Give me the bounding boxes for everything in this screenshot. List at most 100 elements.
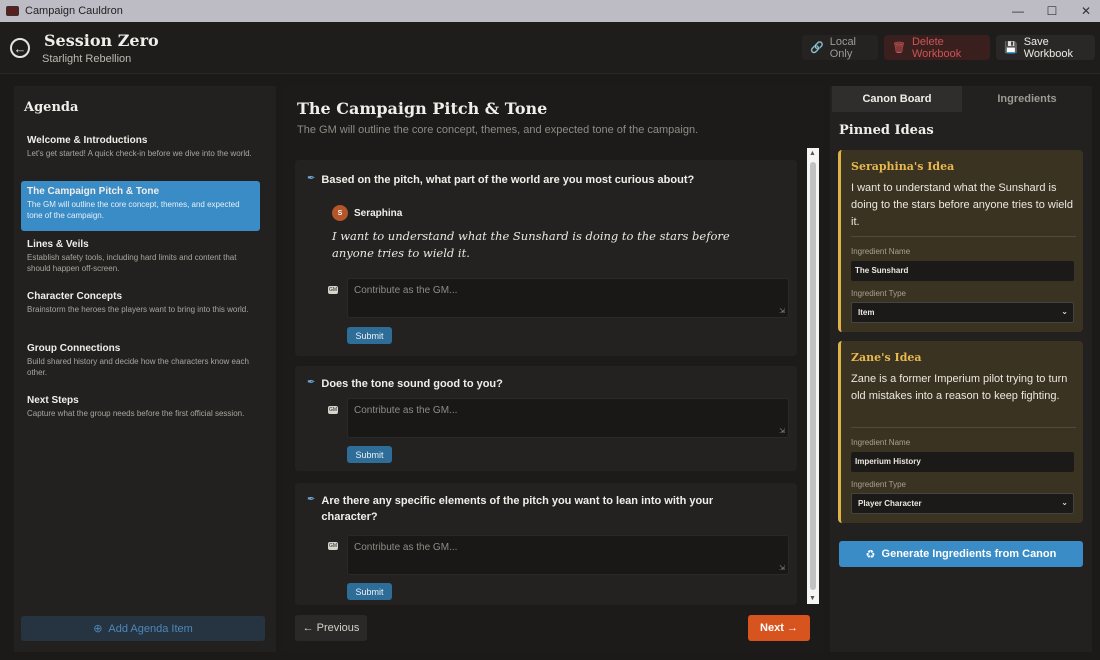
scroll-up-icon[interactable]: ▲ [809, 150, 816, 157]
chevron-down-icon: ⌄ [1061, 498, 1068, 507]
submit-button[interactable]: Submit [347, 583, 392, 600]
scrollbar[interactable]: ▲ ▼ [807, 148, 819, 604]
answer-text: I want to understand what the Sunshard i… [332, 229, 730, 260]
previous-button[interactable]: ← Previous [295, 615, 367, 641]
agenda-item-welcome[interactable]: Welcome & Introductions Let's get starte… [21, 130, 260, 180]
discussion-panel: The Campaign Pitch & Tone The GM will ou… [283, 86, 823, 652]
local-only-label: Local Only [829, 35, 856, 60]
link-icon: 🔗 [810, 42, 824, 54]
feather-icon: ✒ [307, 173, 316, 184]
plus-circle-icon: ⊕ [93, 623, 103, 635]
question-text: Are there any specific elements of the p… [321, 495, 714, 523]
gm-icon: GM [328, 542, 338, 550]
close-button[interactable]: ✕ [1068, 0, 1100, 22]
agenda-item-desc: Build shared history and decide how the … [27, 357, 249, 377]
question-header: ✒ Are there any specific elements of the… [307, 493, 741, 525]
agenda-item-title: Group Connections [27, 343, 121, 354]
ingredient-type-value: Player Character [858, 499, 922, 508]
question-header: ✒ Based on the pitch, what part of the w… [307, 172, 741, 188]
contribution-placeholder: Contribute as the GM... [354, 285, 458, 296]
agenda-item-title: Next Steps [27, 395, 79, 406]
idea-author: Zane's Idea [851, 351, 922, 364]
idea-text: I want to understand what the Sunshard i… [851, 182, 1073, 228]
agenda-item-title: The Campaign Pitch & Tone [27, 186, 160, 197]
next-button[interactable]: Next → [748, 615, 810, 641]
scroll-down-icon[interactable]: ▼ [809, 595, 816, 602]
ingredient-name-input[interactable]: The Sunshard [851, 261, 1074, 281]
ingredient-type-select[interactable]: Item ⌄ [851, 302, 1074, 323]
cauldron-icon: ♻ [865, 548, 876, 561]
divider [851, 236, 1076, 237]
save-workbook-button[interactable]: 💾 Save Workbook [996, 35, 1095, 60]
add-agenda-item-button[interactable]: ⊕ Add Agenda Item [21, 616, 265, 641]
agenda-item-pitch[interactable]: The Campaign Pitch & Tone The GM will ou… [21, 181, 260, 231]
agenda-item-desc: Let's get started! A quick check-in befo… [27, 149, 252, 158]
trash-icon: 🗑 [892, 42, 906, 54]
agenda-item-desc: Establish safety tools, including hard l… [27, 253, 237, 273]
question-text: Based on the pitch, what part of the wor… [321, 174, 695, 186]
add-agenda-item-label: Add Agenda Item [108, 622, 193, 635]
tab-canon-board[interactable]: Canon Board [832, 86, 962, 112]
window-titlebar: Campaign Cauldron — ☐ ✕ [0, 0, 1100, 22]
page-title: Session Zero [44, 31, 159, 50]
question-card: ✒ Are there any specific elements of the… [295, 483, 797, 605]
agenda-item-title: Welcome & Introductions [27, 135, 148, 146]
idea-card: Seraphina's Idea I want to understand wh… [838, 150, 1083, 332]
contribution-placeholder: Contribute as the GM... [354, 405, 458, 416]
ingredient-type-select[interactable]: Player Character ⌄ [851, 493, 1074, 514]
agenda-item-next-steps[interactable]: Next Steps Capture what the group needs … [21, 390, 260, 440]
feather-icon: ✒ [307, 494, 316, 505]
topic-title: The Campaign Pitch & Tone [297, 99, 548, 118]
ingredient-type-label: Ingredient Type [851, 480, 907, 489]
resize-grip-icon[interactable]: ⇲ [779, 307, 785, 315]
agenda-item-group-connections[interactable]: Group Connections Build shared history a… [21, 338, 260, 388]
submit-button[interactable]: Submit [347, 446, 392, 463]
delete-workbook-button[interactable]: 🗑 Delete Workbook [884, 35, 990, 60]
window-title: Campaign Cauldron [25, 5, 123, 17]
ingredient-name-label: Ingredient Name [851, 438, 911, 447]
tab-ingredients[interactable]: Ingredients [962, 86, 1092, 112]
ingredient-type-value: Item [858, 308, 875, 317]
ingredient-name-input[interactable]: Imperium History [851, 452, 1074, 472]
agenda-item-lines-veils[interactable]: Lines & Veils Establish safety tools, in… [21, 234, 260, 284]
idea-card: Zane's Idea Zane is a former Imperium pi… [838, 341, 1083, 523]
answer-author-name: Seraphina [354, 207, 403, 219]
app-icon [6, 6, 19, 16]
question-card: ✒ Based on the pitch, what part of the w… [295, 160, 797, 356]
back-arrow-icon[interactable]: ← [10, 38, 30, 58]
generate-ingredients-button[interactable]: ♻ Generate Ingredients from Canon [839, 541, 1083, 567]
feather-icon: ✒ [307, 377, 316, 388]
gm-icon: GM [328, 286, 338, 294]
scrollbar-thumb[interactable] [810, 162, 816, 590]
chevron-down-icon: ⌄ [1061, 307, 1068, 316]
agenda-item-title: Character Concepts [27, 291, 123, 302]
ingredient-type-label: Ingredient Type [851, 289, 907, 298]
minimize-button[interactable]: — [1000, 0, 1036, 22]
maximize-button[interactable]: ☐ [1034, 0, 1070, 22]
gm-icon: GM [328, 406, 338, 414]
idea-author: Seraphina's Idea [851, 160, 955, 173]
question-card: ✒ Does the tone sound good to you? GM Co… [295, 366, 797, 471]
resize-grip-icon[interactable]: ⇲ [779, 427, 785, 435]
submit-button[interactable]: Submit [347, 327, 392, 344]
canon-panel: Canon Board Ingredients Pinned Ideas Ser… [830, 86, 1092, 652]
agenda-item-character-concepts[interactable]: Character Concepts Brainstorm the heroes… [21, 286, 260, 336]
agenda-panel: Agenda Welcome & Introductions Let's get… [14, 86, 276, 652]
local-only-button[interactable]: 🔗 Local Only [802, 35, 878, 60]
pinned-ideas-heading: Pinned Ideas [839, 123, 934, 138]
gm-contribution-input[interactable]: Contribute as the GM... ⇲ [347, 278, 789, 318]
floppy-icon: 💾 [1004, 42, 1018, 54]
gm-contribution-input[interactable]: Contribute as the GM... ⇲ [347, 535, 789, 575]
avatar: S [332, 205, 348, 221]
delete-workbook-label: Delete Workbook [911, 35, 962, 60]
gm-contribution-input[interactable]: Contribute as the GM... ⇲ [347, 398, 789, 438]
question-header: ✒ Does the tone sound good to you? [307, 376, 741, 392]
contribution-placeholder: Contribute as the GM... [354, 542, 458, 553]
question-text: Does the tone sound good to you? [321, 378, 503, 390]
agenda-item-desc: The GM will outline the core concept, th… [27, 200, 240, 220]
save-workbook-label: Save Workbook [1023, 35, 1074, 60]
topic-subtitle: The GM will outline the core concept, th… [297, 124, 699, 136]
resize-grip-icon[interactable]: ⇲ [779, 564, 785, 572]
generate-ingredients-label: Generate Ingredients from Canon [881, 548, 1057, 560]
divider [851, 427, 1076, 428]
